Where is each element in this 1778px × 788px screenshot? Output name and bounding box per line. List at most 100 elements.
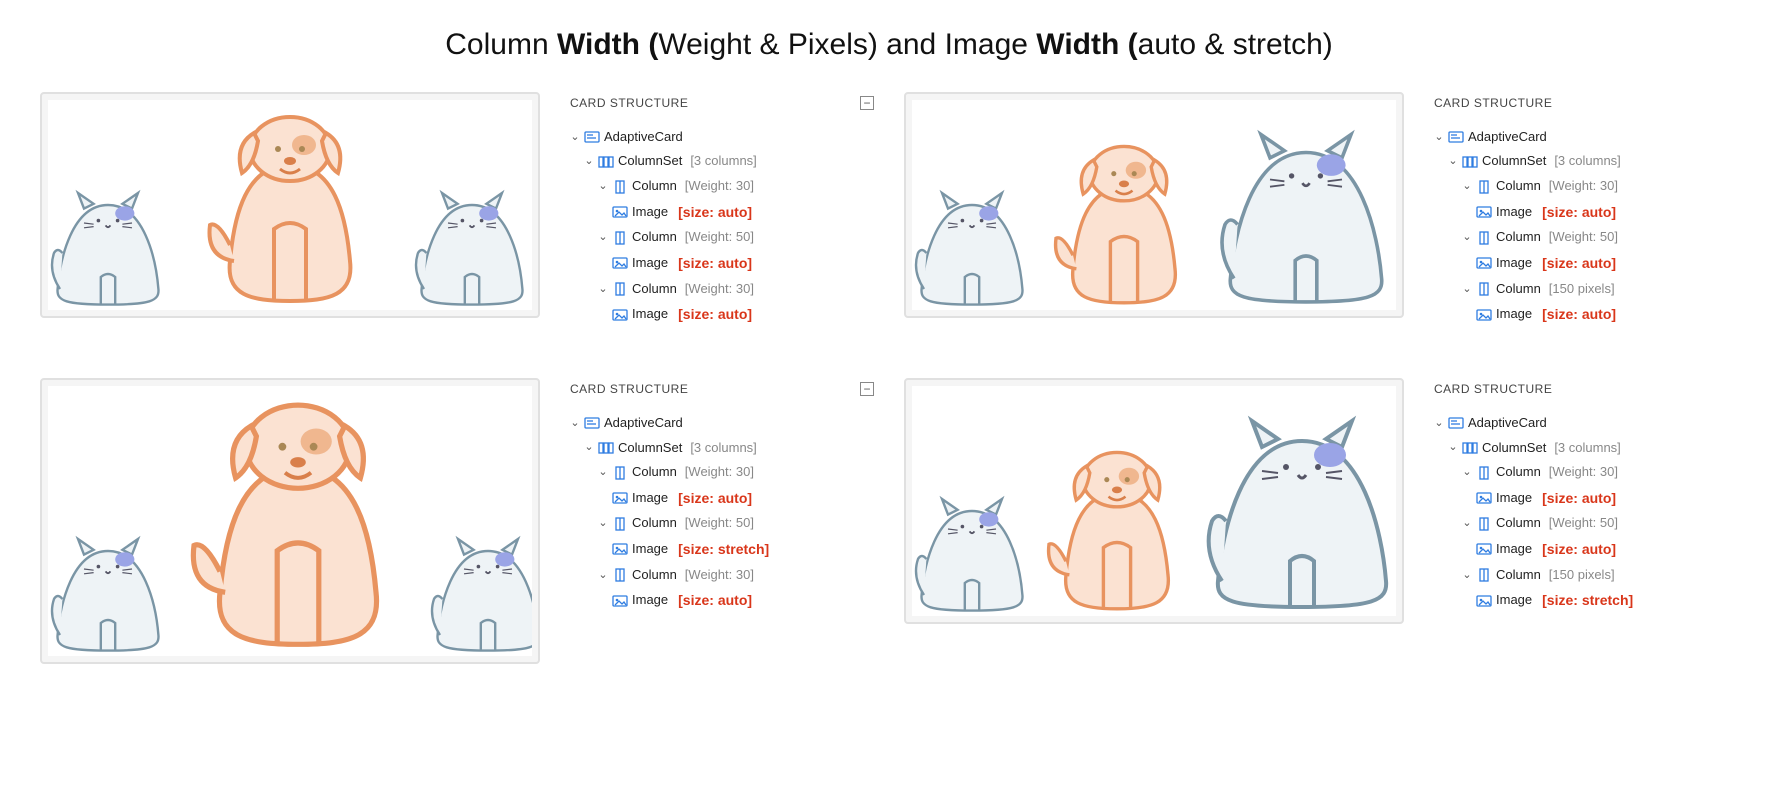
preview-col-2 bbox=[1032, 438, 1202, 617]
column-icon bbox=[1476, 180, 1492, 194]
node-label: Image bbox=[632, 486, 668, 511]
image-icon bbox=[612, 308, 628, 322]
chevron-down-icon[interactable]: ⌄ bbox=[1448, 437, 1458, 458]
card-preview bbox=[40, 378, 540, 664]
tree-node-column[interactable]: ⌄ Column [Weight: 30] bbox=[570, 563, 874, 588]
tree-node-image[interactable]: Image [size: auto] bbox=[1434, 536, 1738, 563]
tree-node-column[interactable]: ⌄ Column [Weight: 30] bbox=[570, 460, 874, 485]
node-meta: [Weight: 50] bbox=[685, 511, 754, 536]
preview-col-3 bbox=[412, 184, 532, 310]
preview-col-2 bbox=[168, 386, 428, 656]
tree-node-columnset[interactable]: ⌄ ColumnSet [3 columns] bbox=[570, 149, 874, 174]
node-meta: [Weight: 50] bbox=[1549, 225, 1618, 250]
node-label: Column bbox=[632, 511, 677, 536]
tree-node-adaptivecard[interactable]: ⌄ AdaptiveCard bbox=[1434, 411, 1738, 436]
image-icon bbox=[1476, 308, 1492, 322]
image-size-annotation: [size: auto] bbox=[678, 587, 752, 614]
card-structure-label: CARD STRUCTURE bbox=[1434, 92, 1552, 115]
node-meta: [3 columns] bbox=[690, 149, 756, 174]
chevron-down-icon[interactable]: ⌄ bbox=[598, 176, 608, 197]
chevron-down-icon[interactable]: ⌄ bbox=[598, 513, 608, 534]
preview-col-1 bbox=[912, 490, 1032, 616]
node-label: Column bbox=[1496, 511, 1541, 536]
node-meta: [Weight: 30] bbox=[1549, 460, 1618, 485]
title-part1: Column bbox=[445, 28, 557, 61]
node-label: AdaptiveCard bbox=[604, 411, 683, 436]
chevron-down-icon[interactable]: ⌄ bbox=[1434, 413, 1444, 434]
column-icon bbox=[612, 517, 628, 531]
node-meta: [3 columns] bbox=[1554, 436, 1620, 461]
tree-node-columnset[interactable]: ⌄ ColumnSet [3 columns] bbox=[1434, 149, 1738, 174]
chevron-down-icon[interactable]: ⌄ bbox=[1462, 279, 1472, 300]
node-label: Image bbox=[1496, 251, 1532, 276]
column-icon bbox=[1476, 568, 1492, 582]
chevron-down-icon[interactable]: ⌄ bbox=[598, 227, 608, 248]
chevron-down-icon[interactable]: ⌄ bbox=[584, 437, 594, 458]
tree-node-column[interactable]: ⌄ Column [150 pixels] bbox=[1434, 277, 1738, 302]
tree-node-image[interactable]: Image [size: stretch] bbox=[1434, 587, 1738, 614]
collapse-button[interactable]: − bbox=[860, 96, 874, 110]
tree-node-column[interactable]: ⌄ Column [Weight: 30] bbox=[570, 277, 874, 302]
card-structure-tree: CARD STRUCTURE − ⌄ AdaptiveCard ⌄ Column… bbox=[570, 92, 874, 328]
chevron-down-icon[interactable]: ⌄ bbox=[598, 279, 608, 300]
tree-node-columnset[interactable]: ⌄ ColumnSet [3 columns] bbox=[570, 436, 874, 461]
image-icon bbox=[1476, 256, 1492, 270]
node-label: ColumnSet bbox=[1482, 149, 1546, 174]
chevron-down-icon[interactable]: ⌄ bbox=[1462, 176, 1472, 197]
adaptive-card-icon bbox=[1448, 416, 1464, 430]
tree-node-adaptivecard[interactable]: ⌄ AdaptiveCard bbox=[570, 125, 874, 150]
chevron-down-icon[interactable]: ⌄ bbox=[1434, 127, 1444, 148]
collapse-button[interactable]: − bbox=[860, 382, 874, 396]
tree-node-column[interactable]: ⌄ Column [Weight: 50] bbox=[1434, 511, 1738, 536]
tree-node-image[interactable]: Image [size: auto] bbox=[570, 301, 874, 328]
tree-node-image[interactable]: Image [size: auto] bbox=[570, 199, 874, 226]
title-bold1: Width ( bbox=[557, 28, 658, 61]
node-label: Image bbox=[632, 537, 668, 562]
chevron-down-icon[interactable]: ⌄ bbox=[598, 565, 608, 586]
tree-node-image[interactable]: Image [size: auto] bbox=[570, 587, 874, 614]
tree-node-columnset[interactable]: ⌄ ColumnSet [3 columns] bbox=[1434, 436, 1738, 461]
preview-col-1 bbox=[48, 530, 168, 656]
example-cell: CARD STRUCTURE − ⌄ AdaptiveCard ⌄ Column… bbox=[40, 378, 874, 664]
chevron-down-icon[interactable]: ⌄ bbox=[584, 151, 594, 172]
example-cell: CARD STRUCTURE − ⌄ AdaptiveCard ⌄ Column… bbox=[40, 92, 874, 328]
title-bold2: Width ( bbox=[1036, 28, 1137, 61]
tree-node-column[interactable]: ⌄ Column [Weight: 50] bbox=[570, 511, 874, 536]
card-structure-tree: CARD STRUCTURE − ⌄ AdaptiveCard ⌄ Column… bbox=[570, 378, 874, 614]
tree-node-image[interactable]: Image [size: auto] bbox=[1434, 485, 1738, 512]
tree-node-image[interactable]: Image [size: stretch] bbox=[570, 536, 874, 563]
chevron-down-icon[interactable]: ⌄ bbox=[570, 127, 580, 148]
chevron-down-icon[interactable]: ⌄ bbox=[1448, 151, 1458, 172]
node-label: Image bbox=[1496, 200, 1532, 225]
chevron-down-icon[interactable]: ⌄ bbox=[1462, 513, 1472, 534]
image-icon bbox=[612, 491, 628, 505]
image-size-annotation: [size: auto] bbox=[678, 199, 752, 226]
card-structure-label: CARD STRUCTURE bbox=[570, 92, 688, 115]
tree-node-column[interactable]: ⌄ Column [Weight: 30] bbox=[1434, 174, 1738, 199]
chevron-down-icon[interactable]: ⌄ bbox=[570, 413, 580, 434]
chevron-down-icon[interactable]: ⌄ bbox=[1462, 462, 1472, 483]
chevron-down-icon[interactable]: ⌄ bbox=[598, 462, 608, 483]
image-icon bbox=[1476, 491, 1492, 505]
node-label: AdaptiveCard bbox=[604, 125, 683, 150]
tree-node-column[interactable]: ⌄ Column [Weight: 50] bbox=[1434, 225, 1738, 250]
node-label: Image bbox=[1496, 588, 1532, 613]
node-label: Column bbox=[1496, 563, 1541, 588]
tree-node-image[interactable]: Image [size: auto] bbox=[1434, 199, 1738, 226]
columnset-icon bbox=[1462, 155, 1478, 169]
tree-node-adaptivecard[interactable]: ⌄ AdaptiveCard bbox=[570, 411, 874, 436]
tree-node-adaptivecard[interactable]: ⌄ AdaptiveCard bbox=[1434, 125, 1738, 150]
tree-node-image[interactable]: Image [size: auto] bbox=[570, 485, 874, 512]
tree-node-image[interactable]: Image [size: auto] bbox=[570, 250, 874, 277]
node-label: ColumnSet bbox=[618, 149, 682, 174]
tree-node-image[interactable]: Image [size: auto] bbox=[1434, 250, 1738, 277]
tree-node-column[interactable]: ⌄ Column [150 pixels] bbox=[1434, 563, 1738, 588]
tree-node-column[interactable]: ⌄ Column [Weight: 50] bbox=[570, 225, 874, 250]
chevron-down-icon[interactable]: ⌄ bbox=[1462, 565, 1472, 586]
tree-node-column[interactable]: ⌄ Column [Weight: 30] bbox=[570, 174, 874, 199]
node-label: Column bbox=[632, 460, 677, 485]
node-label: Image bbox=[632, 200, 668, 225]
chevron-down-icon[interactable]: ⌄ bbox=[1462, 227, 1472, 248]
tree-node-column[interactable]: ⌄ Column [Weight: 30] bbox=[1434, 460, 1738, 485]
tree-node-image[interactable]: Image [size: auto] bbox=[1434, 301, 1738, 328]
